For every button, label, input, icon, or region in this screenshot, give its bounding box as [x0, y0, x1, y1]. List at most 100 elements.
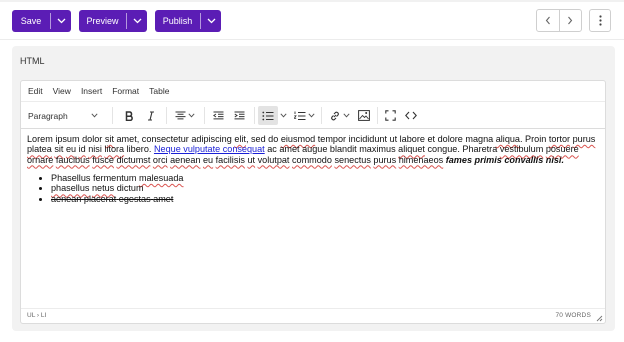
misspelled-word: aliquet [398, 144, 425, 155]
publish-button[interactable]: Publish [155, 10, 200, 32]
misspelled-word: malesuada [138, 172, 184, 183]
bullet-list-button[interactable] [258, 106, 278, 125]
italic-button[interactable] [142, 106, 159, 125]
list-item: phasellus netus dictum [51, 183, 597, 194]
misspelled-word: himenaeos [398, 154, 444, 165]
word: ipsum [55, 134, 80, 144]
save-button[interactable]: Save [12, 10, 50, 32]
fullscreen-button[interactable] [382, 106, 399, 125]
indent-button[interactable] [231, 106, 248, 125]
misspelled-word: commodo [292, 154, 332, 165]
misspelled-word: vestibulum [499, 144, 544, 155]
misspelled-word: posuere [545, 144, 579, 155]
outdent-button[interactable] [210, 106, 227, 125]
next-button[interactable] [560, 10, 582, 31]
bold-button[interactable] [121, 106, 138, 125]
resize-handle-icon[interactable] [594, 313, 603, 322]
word: Lorem [27, 134, 53, 144]
misspelled-word: aliqua [495, 134, 520, 144]
code-icon [405, 111, 417, 120]
menu-format[interactable]: Format [112, 86, 139, 96]
preview-button[interactable]: Preview [79, 10, 126, 32]
align-dropdown-button[interactable] [171, 106, 199, 125]
word: fermentum [92, 172, 137, 183]
image-icon [357, 110, 370, 121]
numbered-list-button[interactable] [291, 106, 317, 125]
action-bar: Save Preview Publish [0, 0, 624, 40]
misspelled-word: eu [202, 154, 214, 165]
misspelled-word: nisi [88, 144, 102, 155]
editor-menubar: Edit View Insert Format Table [21, 81, 605, 102]
word: libero. [126, 144, 152, 155]
content-link[interactable]: Neque vulputate consequat [154, 144, 265, 154]
misspelled-word: aenean [170, 154, 201, 165]
top-divider [0, 0, 624, 2]
word: Phasellus [51, 172, 91, 183]
italic-icon [147, 110, 154, 121]
block-format-value: Paragraph [28, 110, 68, 121]
preview-split-button: Preview [79, 10, 147, 32]
toolbar-divider [166, 107, 167, 124]
element-path[interactable]: UL › LI [27, 312, 46, 319]
chevron-down-icon [307, 113, 315, 118]
toolbar-divider [112, 107, 113, 124]
previous-button[interactable] [537, 10, 559, 31]
align-icon [175, 111, 186, 120]
chevron-left-icon [545, 16, 550, 25]
misspelled-word: eiusmod [280, 134, 316, 144]
paragraph: Lorem ipsum dolor sit amet, consectetur … [27, 134, 597, 165]
misspelled-word: ornare [27, 154, 54, 165]
html-field-panel: HTML Edit View Insert Format Table Parag… [12, 46, 615, 331]
misspelled-word: eu [65, 144, 77, 155]
chevron-right-icon [568, 16, 573, 25]
word: adipiscing [191, 134, 232, 144]
chevron-down-icon [207, 18, 215, 24]
chevron-down-icon [342, 113, 350, 118]
word: congue. Pharetra [427, 144, 498, 155]
menu-table[interactable]: Table [149, 86, 169, 96]
misspelled-word: id [78, 144, 86, 155]
fullscreen-icon [385, 110, 396, 121]
word: dictum [116, 183, 144, 194]
misspelled-word: tortor [548, 134, 571, 144]
editor-content[interactable]: Lorem ipsum dolor sit amet, consectetur … [27, 134, 597, 204]
word: egestas [118, 193, 151, 204]
bullet-list-icon [262, 111, 274, 120]
word: tempor [317, 134, 347, 144]
menu-insert[interactable]: Insert [81, 86, 102, 96]
menu-view[interactable]: View [53, 86, 71, 96]
misspelled-word: platea [27, 144, 52, 155]
chevron-down-icon [188, 113, 195, 118]
list-item-strikethrough: aenean placerat egestas amet [51, 194, 597, 205]
bullet-list-options-button[interactable] [278, 106, 288, 125]
misspelled-word: purus [572, 134, 596, 144]
save-options-button[interactable] [51, 10, 71, 32]
misspelled-word: netus [91, 183, 115, 194]
image-button[interactable] [355, 106, 372, 125]
list-item: Phasellus fermentum malesuada [51, 173, 597, 184]
misspelled-word: senectus [334, 154, 371, 165]
word: , sed do [245, 134, 279, 144]
misspelled-word: facilisis [215, 154, 245, 165]
misspelled-word: sit [54, 144, 64, 155]
publish-split-button: Publish [155, 10, 221, 32]
editor-statusbar: UL › LI 70 WORDS [21, 308, 605, 323]
link-button[interactable] [326, 106, 352, 125]
toolbar-divider [204, 107, 205, 124]
chevron-down-icon [91, 113, 98, 118]
more-options-button[interactable] [589, 9, 611, 32]
word: placerat [83, 193, 117, 204]
menu-edit[interactable]: Edit [28, 86, 43, 96]
block-format-select[interactable]: Paragraph [25, 106, 103, 125]
publish-options-button[interactable] [201, 10, 221, 32]
indent-icon [234, 111, 245, 120]
preview-options-button[interactable] [127, 10, 147, 32]
outdent-icon [213, 111, 224, 120]
numbered-list-icon [293, 111, 305, 120]
source-code-button[interactable] [402, 106, 420, 125]
bold-icon [125, 110, 133, 121]
word: , consectetur [136, 134, 189, 144]
word: ut labore et dolore magna [389, 134, 494, 144]
word-count[interactable]: 70 WORDS [555, 312, 591, 319]
bullet-list: Phasellus fermentum malesuada phasellus … [51, 173, 597, 205]
